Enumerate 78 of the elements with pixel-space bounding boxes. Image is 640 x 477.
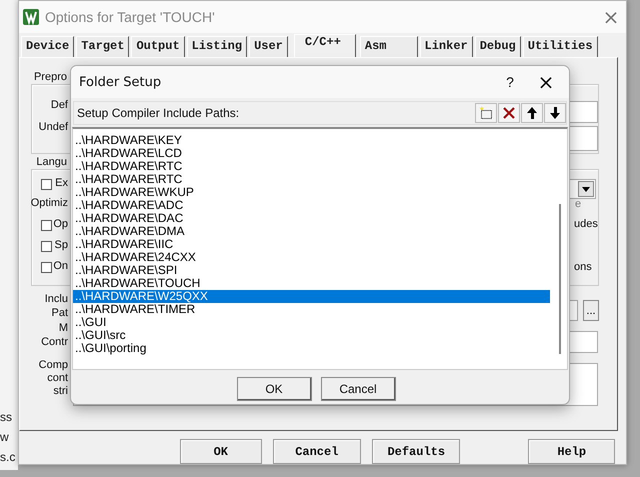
app-icon — [23, 9, 39, 25]
list-item[interactable]: ..\GUI — [73, 316, 550, 329]
list-item[interactable]: ..\HARDWARE\24CXX — [73, 251, 550, 264]
field-label: Contr — [41, 336, 68, 349]
field-label: stri — [53, 385, 68, 398]
list-item[interactable]: ..\HARDWARE\SPI — [73, 264, 550, 277]
delete-icon — [502, 106, 516, 120]
dialog-button[interactable]: Help — [528, 439, 615, 464]
tab[interactable]: Utilities — [522, 36, 598, 57]
list-item[interactable]: ..\HARDWARE\KEY — [73, 134, 550, 147]
checkbox-label: Ex — [55, 177, 68, 190]
tab[interactable]: C/C++ — [294, 34, 356, 57]
list-item[interactable]: ..\HARDWARE\RTC — [73, 160, 550, 173]
move-up-icon — [525, 106, 539, 120]
move-down-button[interactable] — [544, 103, 566, 123]
dialog-title: Folder Setup — [79, 74, 162, 90]
list-item[interactable]: ..\HARDWARE\DMA — [73, 225, 550, 238]
tab[interactable]: Output — [131, 36, 185, 57]
list-item[interactable]: ..\HARDWARE\ADC — [73, 199, 550, 212]
list-item[interactable]: ..\HARDWARE\TOUCH — [73, 277, 550, 290]
field-label: cont — [47, 372, 68, 385]
scrollbar-thumb[interactable] — [559, 204, 561, 354]
list-item[interactable]: ..\HARDWARE\DAC — [73, 212, 550, 225]
tab[interactable]: User — [249, 36, 288, 57]
field-label: Optimiz — [30, 197, 68, 210]
list-label: Setup Compiler Include Paths: — [76, 106, 240, 120]
delete-button[interactable] — [498, 103, 520, 123]
browse-button[interactable]: ... — [583, 300, 599, 321]
dialog-button[interactable]: OK — [180, 439, 262, 464]
tab[interactable]: Asm — [360, 36, 418, 57]
list-item[interactable]: ..\GUI\src — [73, 329, 550, 342]
dropdown-button[interactable] — [578, 181, 594, 197]
background-text: ss — [0, 411, 12, 424]
tab[interactable]: Listing — [186, 36, 248, 57]
window-title: Options for Target 'TOUCH' — [45, 9, 215, 25]
dialog-button[interactable]: Cancel — [320, 377, 396, 401]
tab[interactable]: Device — [21, 36, 74, 57]
list-item[interactable]: ..\HARDWARE\WKUP — [73, 186, 550, 199]
dialog-button[interactable]: OK — [236, 377, 312, 401]
field-label: udes — [574, 218, 598, 231]
dialog-button[interactable]: Defaults — [372, 439, 460, 464]
checkbox-label: Sp — [54, 239, 68, 252]
close-button[interactable]: × — [533, 70, 559, 94]
list-item[interactable]: ..\HARDWARE\TIMER — [73, 303, 550, 316]
field-label: M — [58, 322, 68, 335]
caret-icon — [582, 186, 590, 192]
close-button[interactable]: × — [596, 5, 626, 29]
background-text: s.c — [0, 451, 16, 464]
group-label: Prepro — [32, 71, 68, 84]
checkbox[interactable] — [41, 179, 52, 190]
list-item[interactable]: ..\HARDWARE\IIC — [73, 238, 550, 251]
checkbox[interactable] — [41, 220, 52, 231]
field-label: ons — [574, 261, 592, 274]
dialog-button[interactable]: Cancel — [272, 439, 362, 464]
help-button[interactable]: ? — [497, 74, 523, 90]
field-label: Def — [50, 99, 68, 112]
list-item[interactable]: ..\GUI\porting — [73, 342, 550, 355]
checkbox-label: Op — [53, 218, 68, 231]
group-label: Langu — [35, 156, 68, 169]
field-label: e — [575, 198, 582, 211]
new-folder-icon — [479, 106, 493, 120]
list-item[interactable]: ..\HARDWARE\LCD — [73, 147, 550, 160]
checkbox-label: On — [53, 260, 68, 273]
tab[interactable]: Debug — [474, 36, 521, 57]
field-label: Inclu — [44, 293, 68, 306]
field-label: Undef — [38, 121, 68, 134]
move-up-button[interactable] — [521, 103, 543, 123]
new-folder-button[interactable] — [475, 103, 497, 123]
checkbox[interactable] — [41, 241, 52, 252]
list-item[interactable]: ..\HARDWARE\RTC — [73, 173, 550, 186]
list-item[interactable]: ..\HARDWARE\W25QXX — [73, 290, 550, 303]
field-label: Pat — [51, 307, 68, 320]
tab[interactable]: Target — [76, 36, 130, 57]
move-down-icon — [548, 106, 562, 120]
tab[interactable]: Linker — [420, 36, 473, 57]
background-text: w — [0, 431, 9, 444]
checkbox[interactable] — [41, 262, 52, 273]
field-label: Comp — [38, 359, 68, 372]
